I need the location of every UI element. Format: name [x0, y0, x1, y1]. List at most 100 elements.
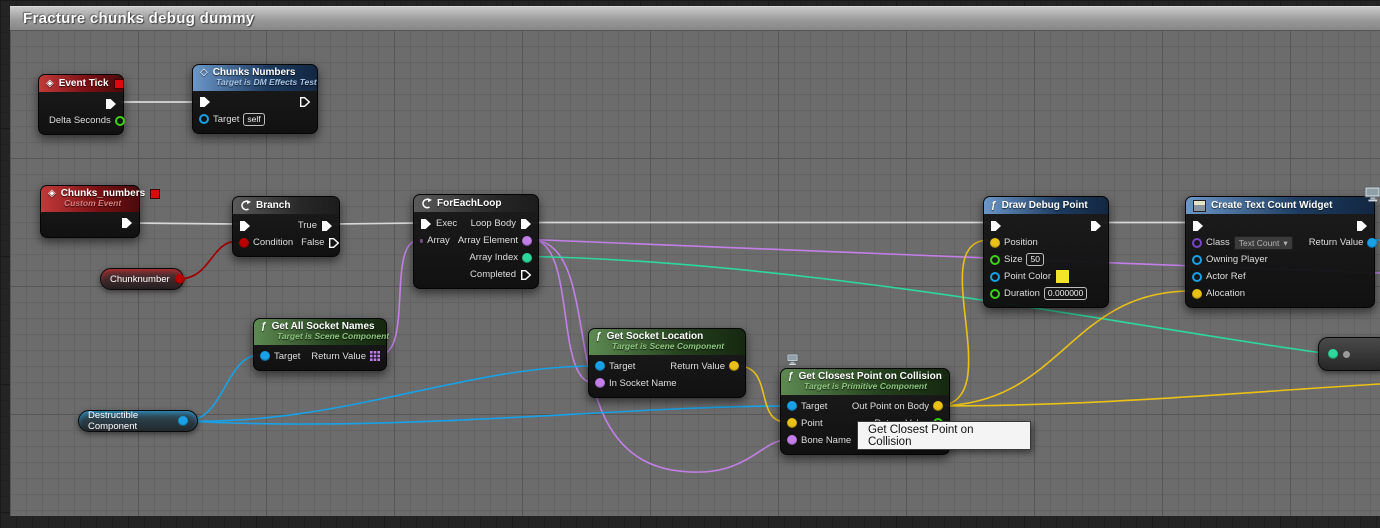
target-value-box[interactable]: self — [243, 112, 265, 126]
chunknumber-output-pin[interactable] — [174, 274, 185, 284]
node-title: Event Tick — [58, 78, 109, 89]
exec-out-pin[interactable] — [299, 96, 311, 108]
event-call-icon: ◇ — [200, 66, 208, 78]
duration-pin[interactable] — [990, 288, 1000, 299]
array-element-pin[interactable] — [522, 235, 532, 246]
exec-out-pin[interactable] — [105, 98, 117, 110]
tooltip-text: Get Closest Point on Collision — [868, 423, 974, 448]
pin-label-completed: Completed — [470, 269, 516, 280]
pin-label-return-value: Return Value — [1308, 237, 1364, 248]
point-pin[interactable] — [787, 418, 797, 429]
node-event-tick[interactable]: ◈ Event Tick Delta Seconds — [38, 74, 125, 135]
position-pin[interactable] — [990, 237, 1000, 248]
pin-label-exec: Exec — [436, 218, 458, 229]
point-color-swatch[interactable] — [1055, 269, 1070, 284]
exec-in-pin[interactable] — [1192, 220, 1204, 232]
pin-label-class: Class — [1206, 237, 1230, 248]
node-get-all-socket-names[interactable]: ƒ Get All Socket Names Target is Scene C… — [253, 318, 390, 371]
blueprint-graph-canvas[interactable]: Fracture chunks debug dummy ◈ Event Tick — [0, 0, 1380, 528]
return-value-pin[interactable] — [729, 361, 739, 372]
target-pin[interactable] — [260, 351, 270, 362]
int-input-pin[interactable] — [1328, 349, 1338, 359]
pin-label-point: Point — [801, 417, 823, 429]
node-chunks-numbers-event[interactable]: ◈ Chunks_numbers Custom Event — [40, 185, 161, 238]
event-enabled-indicator — [150, 188, 161, 199]
pin-label-target: Target — [213, 113, 240, 125]
alocation-pin[interactable] — [1192, 288, 1202, 299]
bone-name-pin[interactable] — [787, 435, 797, 446]
variable-node-destructible-component[interactable]: Destructible Component — [78, 410, 198, 432]
pin-label-in-socket-name: In Socket Name — [609, 377, 677, 389]
size-pin[interactable] — [990, 254, 1000, 265]
variable-label: Chunknumber — [110, 273, 170, 285]
class-dropdown-value: Text Count — [1238, 237, 1280, 248]
node-draw-debug-point[interactable]: ƒ Draw Debug Point Position Size 50 Poin… — [983, 196, 1109, 308]
delta-seconds-pin[interactable] — [114, 115, 125, 126]
node-get-socket-location[interactable]: ƒ Get Socket Location Target is Scene Co… — [588, 328, 746, 398]
event-icon: ◈ — [48, 187, 56, 199]
node-create-text-count-widget[interactable]: Create Text Count Widget Class Text Coun… — [1185, 196, 1378, 308]
widget-icon — [1193, 199, 1206, 212]
false-exec-pin[interactable] — [328, 237, 340, 249]
exec-in-pin[interactable] — [239, 220, 251, 232]
pin-label-true: True — [297, 220, 317, 231]
pin-label-target: Target — [274, 350, 301, 362]
pin-label-point-color: Point Color — [1004, 271, 1051, 282]
target-pin[interactable] — [787, 401, 797, 412]
duration-value-box[interactable]: 0.000000 — [1043, 287, 1088, 300]
array-index-pin[interactable] — [522, 252, 532, 263]
node-branch[interactable]: Branch True Condition False — [232, 196, 340, 257]
completed-exec-pin[interactable] — [520, 269, 532, 281]
exec-in-pin[interactable] — [199, 96, 211, 108]
variable-node-chunknumber[interactable]: Chunknumber — [100, 268, 185, 290]
node-chunks-numbers-call[interactable]: ◇ Chunks Numbers Target is DM Effects Te… — [192, 64, 318, 134]
exec-out-pin[interactable] — [1356, 220, 1368, 232]
owning-player-pin[interactable] — [1192, 254, 1202, 265]
node-subtitle: Target is DM Effects Test — [216, 77, 317, 87]
pin-label-position: Position — [1004, 237, 1038, 248]
class-pin[interactable] — [1192, 237, 1202, 248]
exec-out-pin[interactable] — [1090, 220, 1102, 232]
in-socket-name-pin[interactable] — [595, 378, 605, 389]
node-subtitle: Target is Scene Component — [612, 341, 725, 351]
pin-label-array-element: Array Element — [457, 235, 518, 246]
actor-ref-pin[interactable] — [1192, 271, 1202, 282]
array-pin[interactable] — [420, 236, 424, 246]
node-subtitle: Target is Primitive Component — [804, 381, 927, 391]
size-value-box[interactable]: 50 — [1026, 253, 1044, 266]
node-subtitle: Target is Scene Component — [277, 331, 390, 341]
node-title: Draw Debug Point — [1001, 200, 1088, 211]
target-pin[interactable] — [199, 114, 209, 125]
return-value-pin[interactable] — [1367, 237, 1378, 248]
pin-label-false: False — [301, 237, 325, 248]
condition-pin[interactable] — [239, 237, 249, 248]
loop-body-exec-pin[interactable] — [520, 218, 532, 230]
function-icon: ƒ — [596, 330, 602, 342]
node-title: Create Text Count Widget — [1211, 200, 1333, 211]
pin-label-array-index: Array Index — [469, 252, 518, 263]
variable-label: Destructible Component — [88, 410, 139, 432]
return-value-array-pin[interactable] — [370, 351, 380, 362]
true-exec-pin[interactable] — [321, 220, 333, 232]
pin-label-condition: Condition — [253, 237, 294, 248]
pin-label-loop-body: Loop Body — [470, 218, 516, 229]
node-foreachloop[interactable]: ForEachLoop Exec Loop Body Array Array E… — [413, 194, 539, 289]
event-icon: ◈ — [46, 77, 54, 89]
function-icon: ƒ — [788, 370, 794, 382]
class-dropdown[interactable]: Text Count ▾ — [1233, 235, 1293, 250]
out-point-on-body-pin[interactable] — [933, 401, 943, 412]
node-partial-right-edge[interactable] — [1318, 337, 1380, 371]
exec-in-pin[interactable] — [420, 218, 432, 230]
exec-out-pin[interactable] — [121, 217, 133, 229]
pin-label-return-value: Return Value — [670, 360, 725, 372]
pin-label-owning-player: Owning Player — [1206, 254, 1268, 265]
comment-header[interactable]: Fracture chunks debug dummy — [10, 6, 1380, 31]
point-color-pin[interactable] — [990, 271, 1000, 282]
pin-label-out-point-on-body: Out Point on Body — [851, 400, 929, 412]
pin-label-target: Target — [609, 360, 636, 372]
destructible-output-pin[interactable] — [178, 416, 188, 426]
event-enabled-indicator — [113, 78, 124, 89]
target-pin[interactable] — [595, 361, 605, 372]
exec-in-pin[interactable] — [990, 220, 1002, 232]
pin-label-duration: Duration — [1004, 288, 1040, 299]
